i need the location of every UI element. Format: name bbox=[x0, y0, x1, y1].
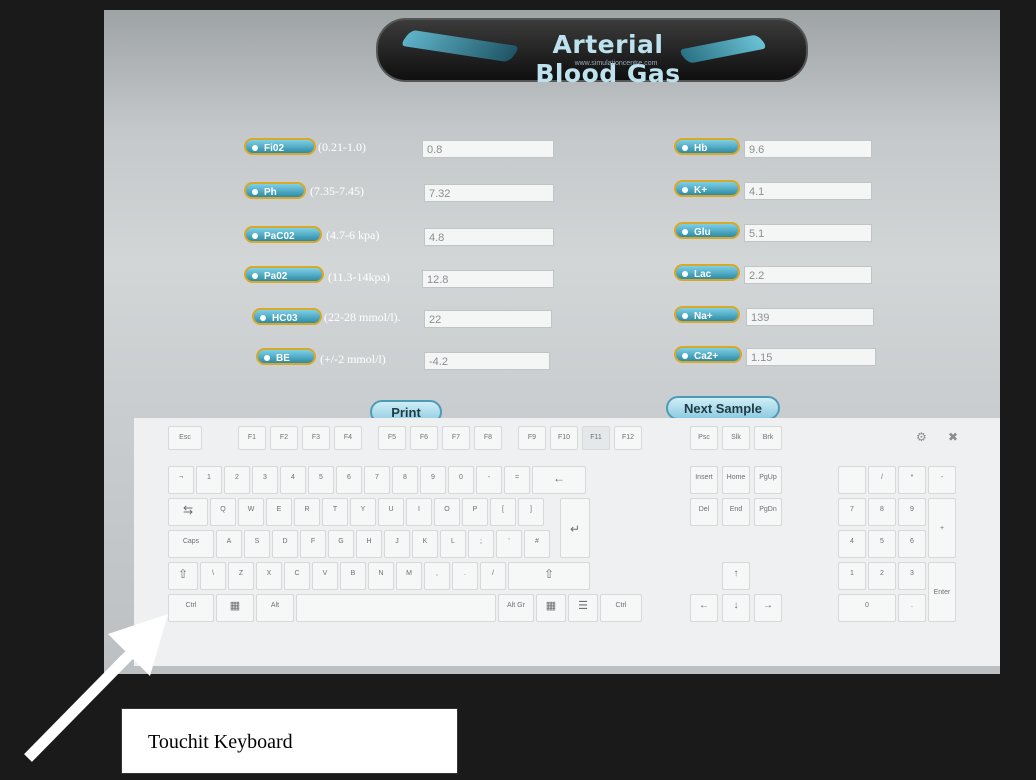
annotation-arrow bbox=[24, 614, 168, 762]
caption-box: Touchit Keyboard bbox=[121, 708, 458, 774]
caption-text: Touchit Keyboard bbox=[148, 731, 293, 753]
